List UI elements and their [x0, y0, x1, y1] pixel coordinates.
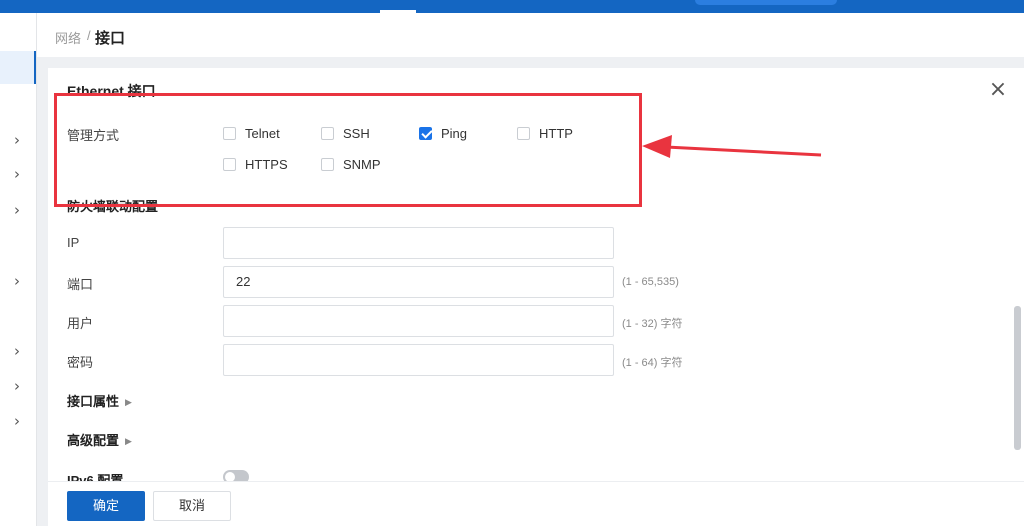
- breadcrumb-separator: /: [87, 28, 91, 43]
- chevron-right-icon[interactable]: ›: [14, 133, 24, 148]
- top-bar-pill[interactable]: [695, 0, 837, 5]
- interface-properties-label: 接口属性: [67, 394, 120, 409]
- breadcrumb: 网络 / 接口: [37, 13, 1024, 57]
- user-input[interactable]: [223, 305, 614, 337]
- page-title: 接口: [95, 30, 126, 47]
- top-navigation-bar: [0, 0, 1024, 13]
- user-hint: (1 - 32) 字符: [622, 318, 683, 330]
- chevron-right-icon[interactable]: ›: [14, 274, 24, 289]
- port-label: 端口: [67, 277, 94, 292]
- password-hint: (1 - 64) 字符: [622, 357, 683, 369]
- dialog-footer: 确定 取消: [48, 481, 1024, 526]
- chevron-right-icon[interactable]: ›: [14, 379, 24, 394]
- password-input[interactable]: [223, 344, 614, 376]
- left-sidebar: › › › › › › ›: [0, 13, 37, 526]
- user-label: 用户: [67, 316, 94, 331]
- sidebar-item-active[interactable]: [0, 51, 36, 84]
- interface-properties-toggle[interactable]: 接口属性 ▶: [67, 391, 132, 410]
- advanced-config-toggle[interactable]: 高级配置 ▶: [67, 430, 132, 449]
- password-label: 密码: [67, 355, 94, 370]
- annotation-highlight-box: [54, 93, 642, 207]
- port-hint: (1 - 65,535): [622, 276, 679, 288]
- port-input[interactable]: 22: [223, 266, 614, 298]
- ok-button[interactable]: 确定: [67, 491, 145, 521]
- advanced-config-label: 高级配置: [67, 433, 120, 448]
- cancel-button[interactable]: 取消: [153, 491, 231, 521]
- triangle-right-icon: ▶: [125, 436, 132, 446]
- chevron-right-icon[interactable]: ›: [14, 167, 24, 182]
- chevron-right-icon[interactable]: ›: [14, 344, 24, 359]
- scrollbar[interactable]: [1014, 306, 1021, 450]
- close-icon[interactable]: ×: [987, 79, 1009, 101]
- triangle-right-icon: ▶: [125, 397, 132, 407]
- breadcrumb-parent[interactable]: 网络: [55, 28, 81, 47]
- chevron-right-icon[interactable]: ›: [14, 203, 24, 218]
- ip-label: IP: [67, 235, 80, 250]
- ip-input[interactable]: [223, 227, 614, 259]
- chevron-right-icon[interactable]: ›: [14, 414, 24, 429]
- annotation-arrow: [642, 135, 822, 158]
